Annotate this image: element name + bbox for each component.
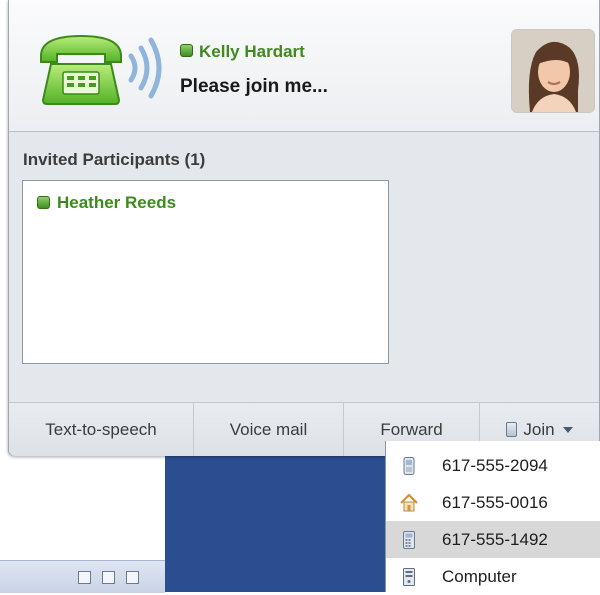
join-menu-item-label: 617-555-1492 xyxy=(442,530,548,549)
office-phone-icon xyxy=(506,422,518,437)
participants-list[interactable]: Heather Reeds xyxy=(22,180,389,364)
voice-mail-button[interactable]: Voice mail xyxy=(194,403,343,456)
participant-presence-icon xyxy=(37,196,50,209)
incoming-call-phone-icon xyxy=(40,34,162,105)
caller-avatar xyxy=(511,29,595,113)
call-notification-window: Kelly Hardart Please join me... Invited … xyxy=(8,0,600,456)
join-menu-item[interactable]: 617-555-0016 xyxy=(386,484,600,521)
text-to-speech-button[interactable]: Text-to-speech xyxy=(9,403,193,456)
mobile-phone-icon xyxy=(403,457,415,475)
computer-icon xyxy=(403,568,415,586)
join-menu-item-selected[interactable]: 617-555-1492 xyxy=(386,521,600,558)
taskbar-document-icon[interactable] xyxy=(78,571,91,584)
invited-participants-title: Invited Participants (1) xyxy=(23,150,206,169)
taskbar-list-icon[interactable] xyxy=(126,571,139,584)
taskbar xyxy=(0,560,165,593)
join-menu-item-label: 617-555-2094 xyxy=(442,456,548,475)
notification-header: Kelly Hardart Please join me... xyxy=(9,0,599,132)
join-menu-item[interactable]: Computer xyxy=(386,558,600,595)
office-phone-icon xyxy=(403,531,415,549)
join-dropdown-menu: 617-555-2094 617-555-0016 617-555-1492 C… xyxy=(385,441,600,592)
join-menu-item-label: 617-555-0016 xyxy=(442,493,548,512)
caller-name[interactable]: Kelly Hardart xyxy=(199,42,305,62)
participant-name: Heather Reeds xyxy=(57,193,177,212)
join-label: Join xyxy=(523,420,555,439)
chevron-down-icon xyxy=(562,427,573,433)
caller-photo-icon xyxy=(512,30,594,112)
join-menu-item[interactable]: 617-555-2094 xyxy=(386,447,600,484)
join-menu-item-label: Computer xyxy=(442,567,517,586)
participant-item[interactable]: Heather Reeds xyxy=(37,193,176,213)
caller-presence-icon xyxy=(180,44,193,57)
taskbar-window-icon[interactable] xyxy=(102,571,115,584)
call-message: Please join me... xyxy=(180,76,328,97)
home-icon xyxy=(400,494,418,512)
